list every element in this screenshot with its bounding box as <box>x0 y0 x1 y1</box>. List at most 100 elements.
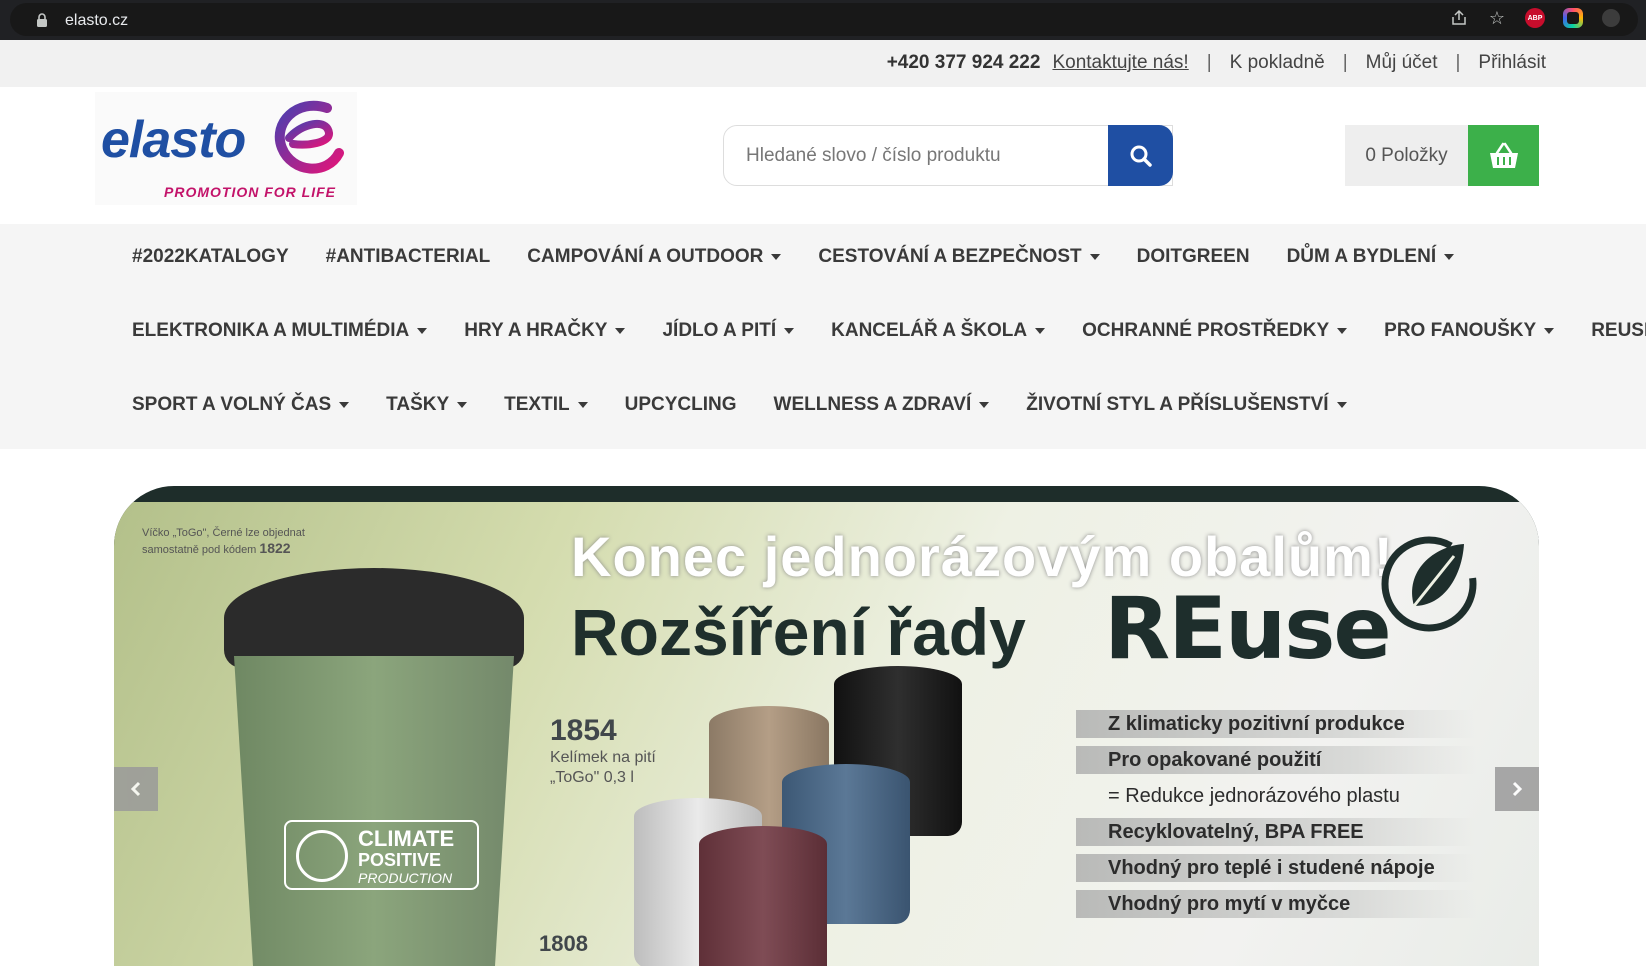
search-box <box>723 125 1173 186</box>
nav-item-label: TAŠKY <box>386 394 450 415</box>
site-logo[interactable]: elasto PROMOTION FOR LIFE <box>95 92 357 205</box>
caret-down-icon <box>577 402 588 408</box>
cup-lid-image <box>224 568 524 668</box>
nav-item-cestov-n-a-bezpe-nost[interactable]: CESTOVÁNÍ A BEZPEČNOST <box>818 246 1100 268</box>
cart-button[interactable] <box>1468 125 1539 186</box>
nav-item-label: HRY A HRAČKY <box>464 320 608 341</box>
feature-item: = Redukce jednorázového plastu <box>1108 784 1400 807</box>
logo-e-icon <box>274 100 344 174</box>
nav-item-ta-ky[interactable]: TAŠKY <box>386 394 468 416</box>
nav-item-pro-fanou-ky[interactable]: PRO FANOUŠKY <box>1384 320 1555 342</box>
nav-row: #2022KATALOGY #ANTIBACTERIAL CAMPOVÁNÍ A O… <box>132 246 1455 268</box>
hero-carousel: Víčko „ToGo", Černé lze objednat samosta… <box>114 486 1539 966</box>
product-desc-line1: Kelímek na pití <box>550 749 656 766</box>
search-icon <box>1130 145 1152 167</box>
lock-icon <box>37 13 47 27</box>
login-link[interactable]: Přihlásit <box>1478 52 1546 74</box>
nav-item-label: OCHRANNÉ PROSTŘEDKY <box>1082 320 1330 341</box>
browser-toolbar: ☆ ABP <box>1448 6 1646 30</box>
green-cup-image <box>234 656 514 966</box>
product-desc-line2: „ToGo" 0,3 l <box>550 769 634 786</box>
nav-item-label: ŽIVOTNÍ STYL A PŘÍSLUŠENSTVÍ <box>1026 394 1329 415</box>
carousel-prev-button[interactable] <box>114 767 158 811</box>
caret-down-icon <box>1544 328 1555 334</box>
lid-note: Víčko „ToGo", Černé lze objednat samosta… <box>142 526 305 558</box>
account-link[interactable]: Můj účet <box>1366 52 1438 74</box>
caret-down-icon <box>417 328 428 334</box>
nav-item-label: CESTOVÁNÍ A BEZPEČNOST <box>818 246 1082 267</box>
nav-item-campov-n-a-outdoor[interactable]: CAMPOVÁNÍ A OUTDOOR <box>527 246 782 268</box>
separator: | <box>1342 52 1348 73</box>
search-input[interactable] <box>724 126 1172 185</box>
separator: | <box>1455 52 1461 73</box>
product-code-1854: 1854 <box>550 714 617 747</box>
nav-item-label: #ANTIBACTERIAL <box>325 246 491 267</box>
lid-note-line2: samostatně pod kódem <box>142 544 257 556</box>
nav-item-upcycling[interactable]: UPCYCLING <box>625 394 737 416</box>
caret-down-icon <box>1444 254 1455 260</box>
climate-e-icon <box>296 830 348 882</box>
logo-wordmark: elasto <box>101 111 246 169</box>
nav-row: SPORT A VOLNÝ ČAS TAŠKY TEXTIL UPCYCLING WEL… <box>132 394 1347 416</box>
browser-chrome: elasto.cz ☆ ABP <box>0 0 1646 40</box>
caret-down-icon <box>615 328 626 334</box>
nav-item-elektronika-a-multim-dia[interactable]: ELEKTRONIKA A MULTIMÉDIA <box>132 320 428 342</box>
menu-icon[interactable] <box>1638 7 1646 29</box>
logo-tagline: PROMOTION FOR LIFE <box>164 184 336 200</box>
bookmark-star-icon[interactable]: ☆ <box>1486 7 1508 29</box>
basket-icon <box>1489 142 1518 168</box>
nav-item-ivotn-styl-a-p-slu-enstv[interactable]: ŽIVOTNÍ STYL A PŘÍSLUŠENSTVÍ <box>1026 394 1347 416</box>
nav-item-label: WELLNESS A ZDRAVÍ <box>773 394 972 415</box>
nav-item-label: #2022KATALOGY <box>132 246 289 267</box>
nav-item-label: PRO FANOUŠKY <box>1384 320 1537 341</box>
maroon-cup-image <box>699 826 827 966</box>
nav-item-wellness-a-zdrav[interactable]: WELLNESS A ZDRAVÍ <box>774 394 990 416</box>
nav-item-doitgreen[interactable]: DOITGREEN <box>1137 246 1250 268</box>
nav-item-label: TEXTIL <box>504 394 570 415</box>
carousel-next-button[interactable] <box>1495 767 1539 811</box>
banner-subheadline: Rozšíření řady <box>571 595 1026 669</box>
lid-code: 1822 <box>259 540 291 556</box>
nav-item-2022katalogy[interactable]: #2022KATALOGY <box>132 246 289 268</box>
lid-note-line1: Víčko „ToGo", Černé lze objednat <box>142 527 305 539</box>
nav-item-d-m-a-bydlen[interactable]: DŮM A BYDLENÍ <box>1287 246 1455 268</box>
chevron-left-icon <box>130 781 141 797</box>
nav-item-label: ELEKTRONIKA A MULTIMÉDIA <box>132 320 410 341</box>
nav-item-label: DŮM A BYDLENÍ <box>1286 246 1437 267</box>
caret-down-icon <box>339 402 350 408</box>
product-code-1808: 1808 <box>539 931 588 956</box>
category-navigation: #2022KATALOGY #ANTIBACTERIAL CAMPOVÁNÍ A O… <box>0 224 1646 449</box>
nav-item-textil[interactable]: TEXTIL <box>504 394 588 416</box>
nav-item-hry-a-hra-ky[interactable]: HRY A HRAČKY <box>464 320 626 342</box>
checkout-link[interactable]: K pokladně <box>1230 52 1325 74</box>
caret-down-icon <box>457 402 468 408</box>
search-button[interactable] <box>1108 125 1173 186</box>
messenger-extension-icon[interactable] <box>1600 7 1622 29</box>
nav-item-label: SPORT A VOLNÝ ČAS <box>132 394 332 415</box>
reuse-brand: REuse <box>1104 579 1392 679</box>
cart-count[interactable]: 0 Položky <box>1345 125 1468 186</box>
share-icon[interactable] <box>1448 7 1470 29</box>
feature-item: Z klimaticky pozitivní produkce <box>1076 710 1476 738</box>
adblock-extension-icon[interactable]: ABP <box>1524 7 1546 29</box>
contact-link[interactable]: Kontaktujte nás! <box>1052 52 1188 74</box>
caret-down-icon <box>1336 402 1347 408</box>
nav-item-antibacterial[interactable]: #ANTIBACTERIAL <box>326 246 491 268</box>
caret-down-icon <box>1035 328 1046 334</box>
nav-item-label: REUSE <box>1591 320 1646 341</box>
nav-item-ochrann-prost-edky[interactable]: OCHRANNÉ PROSTŘEDKY <box>1082 320 1348 342</box>
phone-number: +420 377 924 222 <box>886 52 1041 73</box>
badge-line2: POSITIVE <box>358 850 442 870</box>
nav-item-label: DOITGREEN <box>1136 246 1250 267</box>
nav-item-j-dlo-a-pit[interactable]: JÍDLO A PITÍ <box>662 320 795 342</box>
nav-item-label: JÍDLO A PITÍ <box>662 320 777 341</box>
caret-down-icon <box>1089 254 1100 260</box>
nav-item-sport-a-voln-as[interactable]: SPORT A VOLNÝ ČAS <box>132 394 350 416</box>
nav-row: ELEKTRONIKA A MULTIMÉDIA HRY A HRAČKY JÍDL… <box>132 320 1646 342</box>
feature-item: Vhodný pro teplé i studené nápoje <box>1076 854 1476 882</box>
extension-ring-icon[interactable] <box>1562 7 1584 29</box>
nav-item-reuse[interactable]: REUSE <box>1591 320 1646 342</box>
address-bar[interactable]: elasto.cz <box>10 3 1638 36</box>
nav-item-kancel-a-kola[interactable]: KANCELÁŘ A ŠKOLA <box>831 320 1046 342</box>
url-text: elasto.cz <box>65 12 129 29</box>
